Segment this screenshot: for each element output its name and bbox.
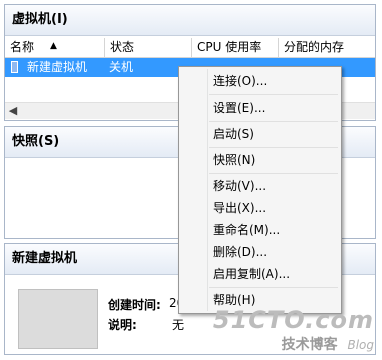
scroll-left-icon[interactable]: ◀ [5, 103, 21, 119]
menu-gutter [207, 69, 208, 311]
menu-item-enable-replication[interactable]: 启用复制(A)... [213, 264, 290, 284]
description-value: 无 [172, 318, 185, 332]
watermark: 51CTO.com 技术博客 Blog [213, 306, 374, 354]
virtual-machine-icon [11, 61, 18, 73]
menu-item-rename[interactable]: 重命名(M)... [213, 220, 280, 240]
watermark-subtitle: 技术博客 [281, 337, 338, 353]
menu-item-connect[interactable]: 连接(O)... [213, 71, 267, 91]
virtual-machines-panel-title: 虚拟机(I) [5, 5, 375, 36]
description-label: 说明: [108, 318, 137, 332]
menu-separator [209, 147, 338, 148]
menu-item-delete[interactable]: 删除(D)... [213, 242, 267, 262]
column-header-cpu[interactable]: CPU 使用率 [192, 38, 279, 57]
vm-thumbnail [18, 289, 98, 349]
menu-separator [209, 121, 338, 122]
menu-item-start[interactable]: 启动(S) [213, 124, 254, 144]
vm-row-name: 新建虚拟机 [27, 60, 88, 74]
menu-separator [209, 94, 338, 95]
created-label: 创建时间: [108, 298, 161, 312]
menu-item-export[interactable]: 导出(X)... [213, 198, 266, 218]
column-header-memory[interactable]: 分配的内存 [279, 38, 377, 57]
menu-item-move[interactable]: 移动(V)... [213, 176, 266, 196]
column-header-name[interactable]: 名称 ▲ [5, 38, 105, 57]
watermark-site: 51CTO.com [212, 306, 374, 334]
column-header-state[interactable]: 状态 [105, 38, 192, 57]
menu-separator [209, 287, 338, 288]
column-header-name-label: 名称 [10, 40, 35, 54]
menu-separator [209, 173, 338, 174]
menu-item-settings[interactable]: 设置(E)... [213, 98, 265, 118]
watermark-blog: Blog [347, 338, 374, 352]
vm-row-state: 关机 [109, 60, 134, 74]
vm-table-header: 名称 ▲ 状态 CPU 使用率 分配的内存 [5, 38, 375, 58]
vm-context-menu: 连接(O)... 设置(E)... 启动(S) 快照(N) 移动(V)... 导… [178, 66, 342, 314]
sort-ascending-icon: ▲ [50, 41, 57, 51]
menu-item-snapshot[interactable]: 快照(N) [213, 150, 255, 170]
